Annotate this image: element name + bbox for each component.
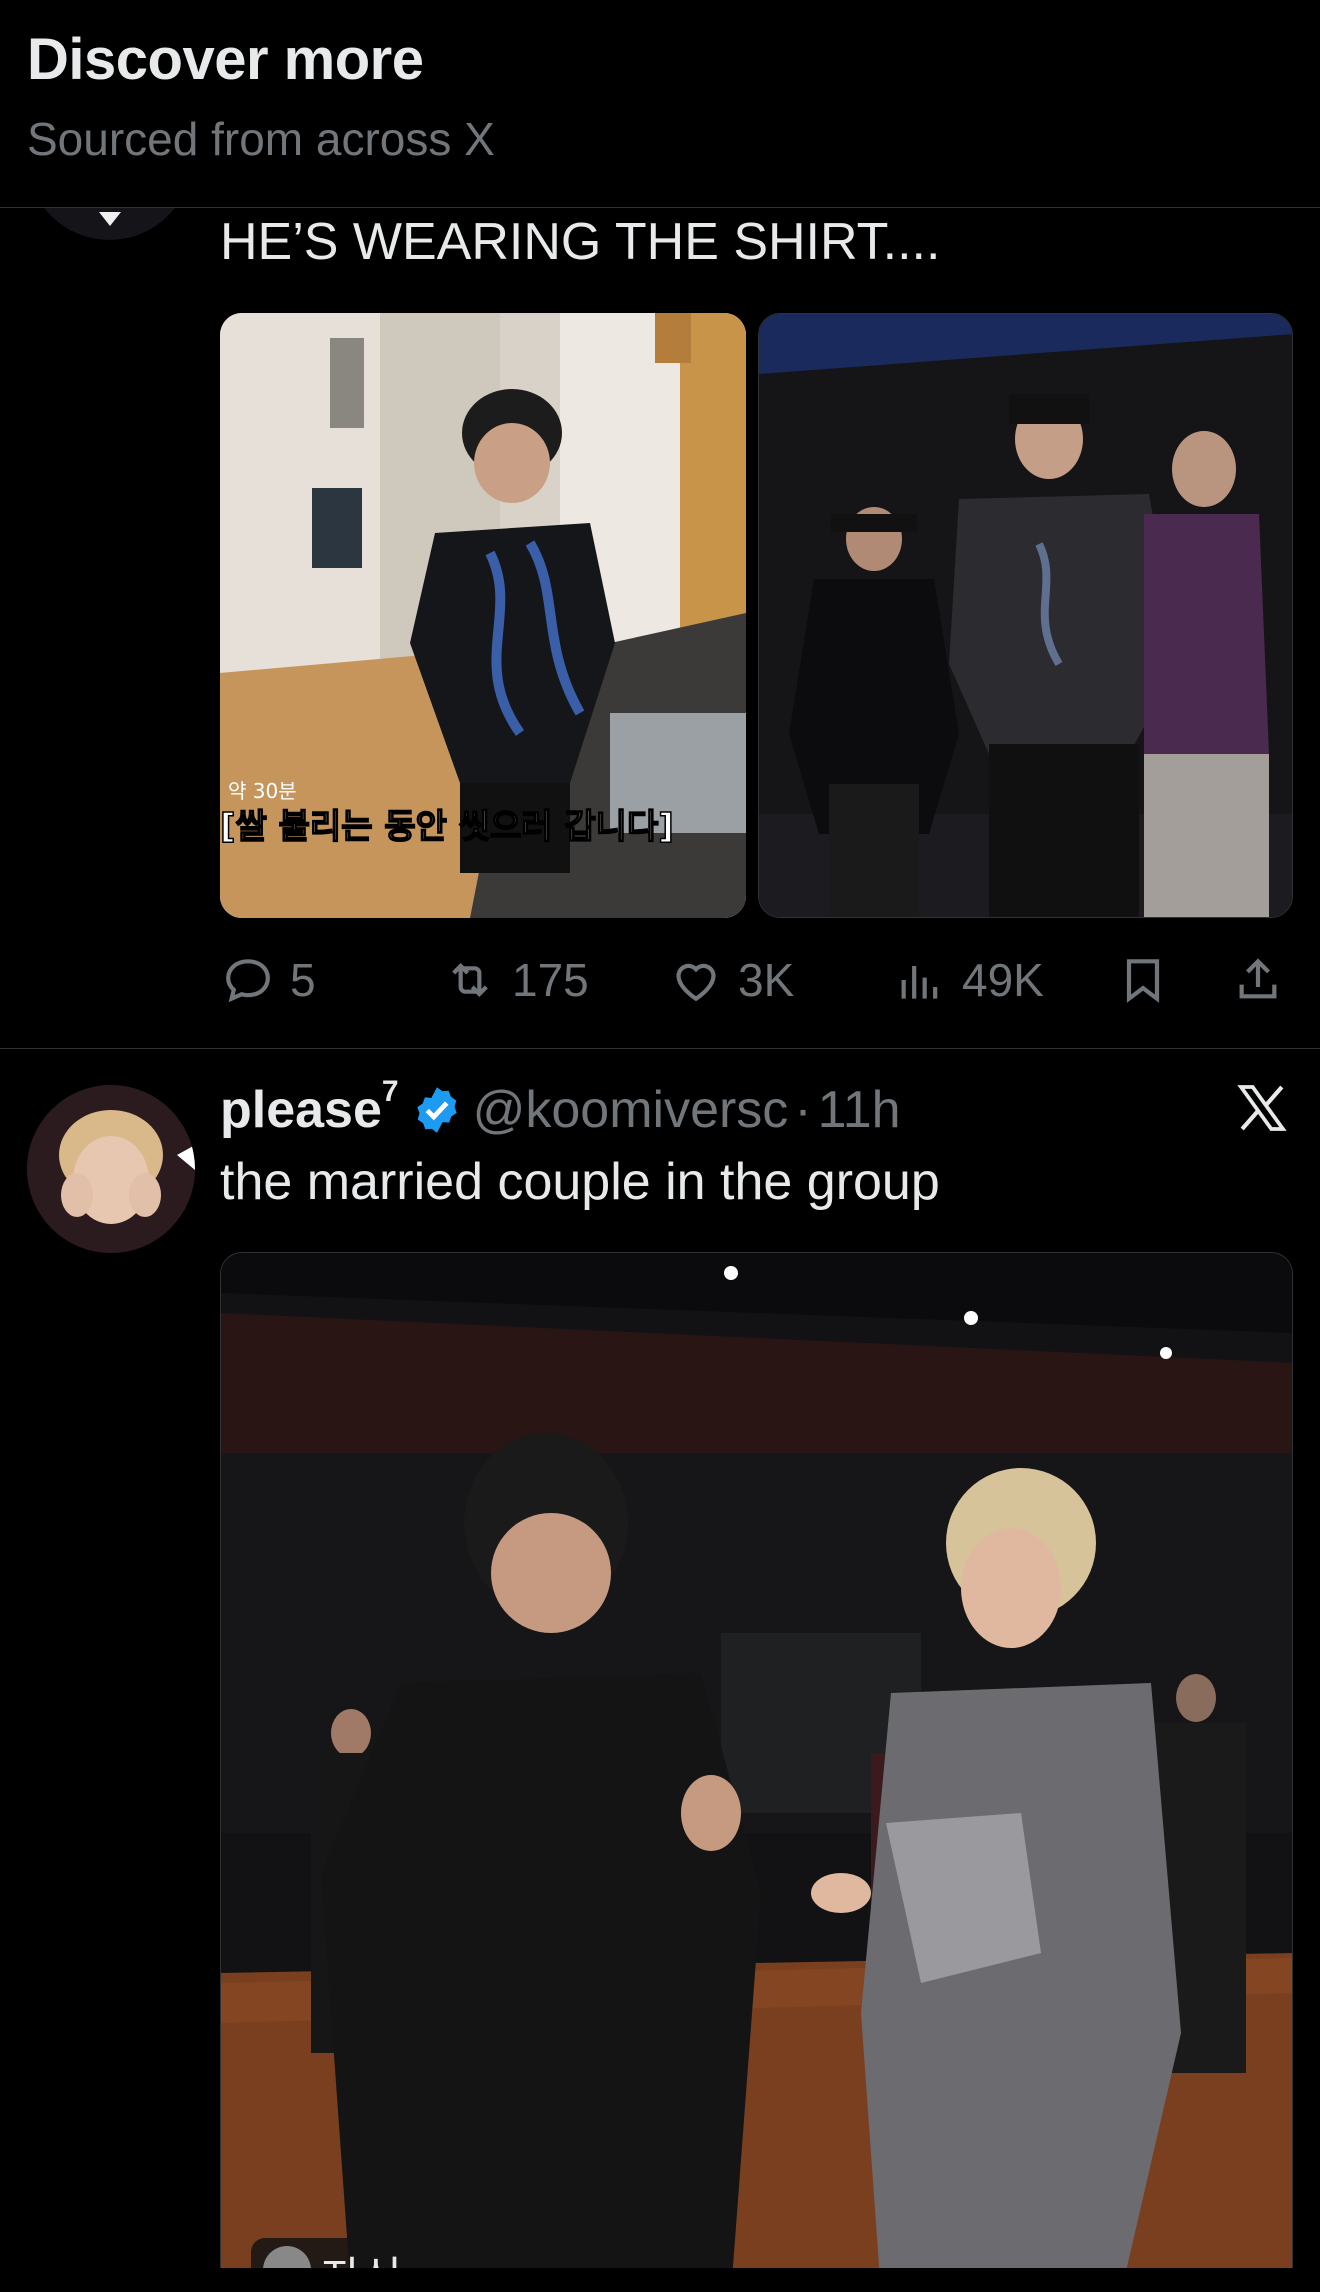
- bookmark-icon: [1126, 959, 1160, 1003]
- tweet2-video[interactable]: 자신: [220, 1252, 1293, 2292]
- tweet2-text: the married couple in the group: [220, 1153, 940, 1211]
- share-icon: [1239, 958, 1277, 999]
- timestamp[interactable]: 11h: [818, 1080, 901, 1140]
- views-button[interactable]: 49K: [892, 945, 1044, 1015]
- views-count: 49K: [962, 954, 1044, 1006]
- separator-dot: ·: [794, 1081, 812, 1139]
- tweet1-text: HE’S WEARING THE SHIRT....: [220, 213, 941, 271]
- reply-count: 5: [290, 954, 316, 1006]
- header-title: Discover more: [27, 27, 424, 92]
- user-handle[interactable]: @koomiversc: [473, 1080, 789, 1140]
- reply-icon: [226, 959, 270, 1003]
- display-name-sup: 7: [381, 1074, 399, 1108]
- tweet-divider: [0, 1048, 1320, 1049]
- display-name-text: please: [220, 1081, 382, 1139]
- avatar-glyph: [99, 212, 121, 226]
- repost-icon: [452, 963, 488, 997]
- display-name[interactable]: please7: [220, 1075, 399, 1140]
- bottom-edge: [0, 2268, 1320, 2292]
- tweet1-media-2[interactable]: [758, 313, 1293, 918]
- repost-count: 175: [512, 954, 589, 1006]
- avatar-image: [27, 1085, 195, 1253]
- subtitle-main: [쌀 불리는 동안 씻으러 갑니다]: [220, 807, 674, 847]
- bookmark-button[interactable]: [1115, 945, 1171, 1015]
- header-subtitle: Sourced from across X: [27, 113, 495, 165]
- reply-button[interactable]: 5: [220, 945, 316, 1015]
- kitchen-photo: 약 30분 [쌀 불리는 동안 씻으러 갑니다]: [220, 313, 746, 918]
- subtitle-small: 약 30분: [228, 779, 297, 803]
- practice-room-photo: [759, 314, 1292, 917]
- tweet1-media-1[interactable]: 약 30분 [쌀 불리는 동안 씻으러 갑니다]: [220, 313, 746, 918]
- tweet1-action-bar: 5 175 3K 49K: [220, 945, 1295, 1015]
- tweet2-avatar[interactable]: [27, 1085, 195, 1253]
- views-icon: [901, 966, 938, 999]
- x-logo-icon[interactable]: [1234, 1080, 1290, 1136]
- like-button[interactable]: 3K: [668, 945, 794, 1015]
- dance-studio-video-frame: [221, 1253, 1292, 2292]
- like-count: 3K: [738, 954, 795, 1006]
- repost-button[interactable]: 175: [442, 945, 589, 1015]
- heart-icon: [676, 963, 716, 1002]
- discover-header: Discover more Sourced from across X: [0, 0, 1320, 208]
- verified-badge-icon: [416, 1087, 457, 1133]
- share-button[interactable]: [1230, 945, 1286, 1015]
- tweet2-header: please7 @koomiversc · 11h: [220, 1075, 901, 1145]
